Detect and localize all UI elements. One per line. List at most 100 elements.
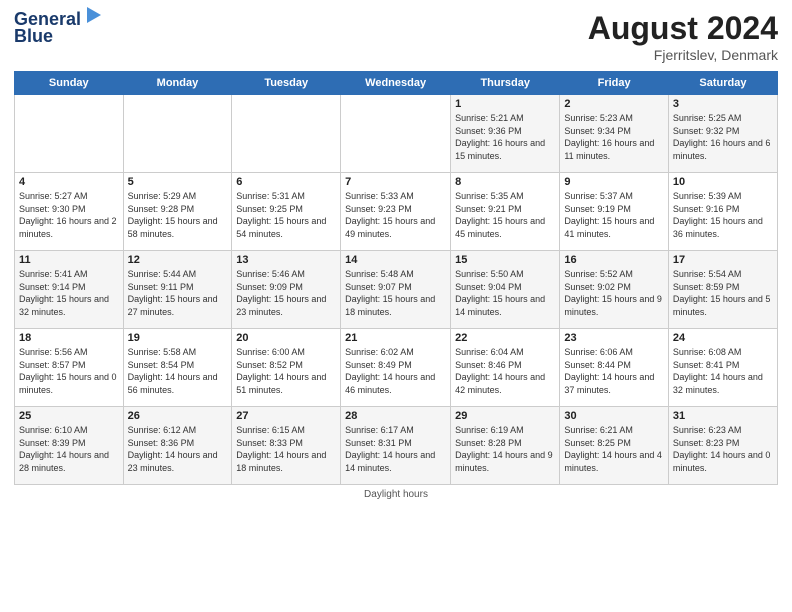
sunrise: Sunrise: 5:25 AM (673, 112, 773, 125)
calendar-header-row: Sunday Monday Tuesday Wednesday Thursday… (15, 72, 778, 95)
sunrise: Sunrise: 6:12 AM (128, 424, 228, 437)
day-number: 22 (455, 332, 555, 344)
day-info: Sunrise: 6:00 AM Sunset: 8:52 PM Dayligh… (236, 346, 336, 396)
day-info: Sunrise: 5:58 AM Sunset: 8:54 PM Dayligh… (128, 346, 228, 396)
day-number: 15 (455, 254, 555, 266)
sunrise: Sunrise: 5:33 AM (345, 190, 446, 203)
calendar-cell (15, 95, 124, 173)
calendar-body: 1 Sunrise: 5:21 AM Sunset: 9:36 PM Dayli… (15, 95, 778, 485)
calendar-cell: 4 Sunrise: 5:27 AM Sunset: 9:30 PM Dayli… (15, 173, 124, 251)
day-number: 11 (19, 254, 119, 266)
calendar-cell: 19 Sunrise: 5:58 AM Sunset: 8:54 PM Dayl… (123, 329, 232, 407)
sunrise: Sunrise: 5:37 AM (564, 190, 664, 203)
sunset: Sunset: 9:21 PM (455, 203, 555, 216)
col-wednesday: Wednesday (341, 72, 451, 95)
day-info: Sunrise: 5:41 AM Sunset: 9:14 PM Dayligh… (19, 268, 119, 318)
day-number: 19 (128, 332, 228, 344)
daylight: Daylight: 16 hours and 15 minutes. (455, 137, 555, 162)
day-info: Sunrise: 6:12 AM Sunset: 8:36 PM Dayligh… (128, 424, 228, 474)
sunset: Sunset: 9:28 PM (128, 203, 228, 216)
calendar-cell: 28 Sunrise: 6:17 AM Sunset: 8:31 PM Dayl… (341, 407, 451, 485)
day-info: Sunrise: 5:50 AM Sunset: 9:04 PM Dayligh… (455, 268, 555, 318)
sunset: Sunset: 8:36 PM (128, 437, 228, 450)
sunset: Sunset: 8:54 PM (128, 359, 228, 372)
day-number: 14 (345, 254, 446, 266)
header: General Blue August 2024 Fjerritslev, De… (14, 10, 778, 63)
col-saturday: Saturday (668, 72, 777, 95)
calendar-cell: 25 Sunrise: 6:10 AM Sunset: 8:39 PM Dayl… (15, 407, 124, 485)
daylight: Daylight: 15 hours and 36 minutes. (673, 215, 773, 240)
sunrise: Sunrise: 5:27 AM (19, 190, 119, 203)
sunset: Sunset: 8:57 PM (19, 359, 119, 372)
day-number: 21 (345, 332, 446, 344)
day-number: 4 (19, 176, 119, 188)
footer-note: Daylight hours (14, 489, 778, 500)
day-info: Sunrise: 5:21 AM Sunset: 9:36 PM Dayligh… (455, 112, 555, 162)
day-number: 6 (236, 176, 336, 188)
calendar-week-4: 18 Sunrise: 5:56 AM Sunset: 8:57 PM Dayl… (15, 329, 778, 407)
col-friday: Friday (560, 72, 669, 95)
sunset: Sunset: 8:28 PM (455, 437, 555, 450)
sunset: Sunset: 9:34 PM (564, 125, 664, 138)
calendar-cell: 8 Sunrise: 5:35 AM Sunset: 9:21 PM Dayli… (451, 173, 560, 251)
calendar-cell: 7 Sunrise: 5:33 AM Sunset: 9:23 PM Dayli… (341, 173, 451, 251)
day-number: 10 (673, 176, 773, 188)
calendar-week-5: 25 Sunrise: 6:10 AM Sunset: 8:39 PM Dayl… (15, 407, 778, 485)
calendar-cell: 27 Sunrise: 6:15 AM Sunset: 8:33 PM Dayl… (232, 407, 341, 485)
sunrise: Sunrise: 6:17 AM (345, 424, 446, 437)
daylight: Daylight: 14 hours and 4 minutes. (564, 449, 664, 474)
day-info: Sunrise: 6:15 AM Sunset: 8:33 PM Dayligh… (236, 424, 336, 474)
day-info: Sunrise: 5:37 AM Sunset: 9:19 PM Dayligh… (564, 190, 664, 240)
calendar-cell: 11 Sunrise: 5:41 AM Sunset: 9:14 PM Dayl… (15, 251, 124, 329)
sunrise: Sunrise: 6:06 AM (564, 346, 664, 359)
sunrise: Sunrise: 6:15 AM (236, 424, 336, 437)
calendar-cell: 2 Sunrise: 5:23 AM Sunset: 9:34 PM Dayli… (560, 95, 669, 173)
sunrise: Sunrise: 5:41 AM (19, 268, 119, 281)
sunrise: Sunrise: 5:31 AM (236, 190, 336, 203)
day-info: Sunrise: 5:29 AM Sunset: 9:28 PM Dayligh… (128, 190, 228, 240)
sunset: Sunset: 9:09 PM (236, 281, 336, 294)
daylight: Daylight: 14 hours and 56 minutes. (128, 371, 228, 396)
day-number: 5 (128, 176, 228, 188)
calendar-cell: 12 Sunrise: 5:44 AM Sunset: 9:11 PM Dayl… (123, 251, 232, 329)
day-info: Sunrise: 6:02 AM Sunset: 8:49 PM Dayligh… (345, 346, 446, 396)
day-info: Sunrise: 6:17 AM Sunset: 8:31 PM Dayligh… (345, 424, 446, 474)
sunrise: Sunrise: 5:46 AM (236, 268, 336, 281)
sunrise: Sunrise: 5:54 AM (673, 268, 773, 281)
calendar-cell: 17 Sunrise: 5:54 AM Sunset: 8:59 PM Dayl… (668, 251, 777, 329)
sunrise: Sunrise: 6:00 AM (236, 346, 336, 359)
day-number: 16 (564, 254, 664, 266)
sunset: Sunset: 8:46 PM (455, 359, 555, 372)
sunrise: Sunrise: 5:39 AM (673, 190, 773, 203)
sunset: Sunset: 9:14 PM (19, 281, 119, 294)
sunset: Sunset: 9:11 PM (128, 281, 228, 294)
col-thursday: Thursday (451, 72, 560, 95)
daylight: Daylight: 15 hours and 49 minutes. (345, 215, 446, 240)
daylight: Daylight: 14 hours and 51 minutes. (236, 371, 336, 396)
daylight: Daylight: 14 hours and 9 minutes. (455, 449, 555, 474)
page: General Blue August 2024 Fjerritslev, De… (0, 0, 792, 612)
day-number: 7 (345, 176, 446, 188)
day-info: Sunrise: 6:23 AM Sunset: 8:23 PM Dayligh… (673, 424, 773, 474)
col-sunday: Sunday (15, 72, 124, 95)
day-number: 23 (564, 332, 664, 344)
day-number: 30 (564, 410, 664, 422)
sunset: Sunset: 8:23 PM (673, 437, 773, 450)
sunset: Sunset: 9:36 PM (455, 125, 555, 138)
day-number: 13 (236, 254, 336, 266)
day-number: 2 (564, 98, 664, 110)
day-info: Sunrise: 5:52 AM Sunset: 9:02 PM Dayligh… (564, 268, 664, 318)
sunrise: Sunrise: 5:29 AM (128, 190, 228, 203)
day-number: 8 (455, 176, 555, 188)
daylight: Daylight: 14 hours and 0 minutes. (673, 449, 773, 474)
sunrise: Sunrise: 6:23 AM (673, 424, 773, 437)
day-number: 1 (455, 98, 555, 110)
day-info: Sunrise: 5:33 AM Sunset: 9:23 PM Dayligh… (345, 190, 446, 240)
sunrise: Sunrise: 5:52 AM (564, 268, 664, 281)
calendar-cell: 21 Sunrise: 6:02 AM Sunset: 8:49 PM Dayl… (341, 329, 451, 407)
day-info: Sunrise: 5:31 AM Sunset: 9:25 PM Dayligh… (236, 190, 336, 240)
day-info: Sunrise: 5:39 AM Sunset: 9:16 PM Dayligh… (673, 190, 773, 240)
daylight: Daylight: 15 hours and 5 minutes. (673, 293, 773, 318)
sunset: Sunset: 8:44 PM (564, 359, 664, 372)
sunset: Sunset: 8:25 PM (564, 437, 664, 450)
